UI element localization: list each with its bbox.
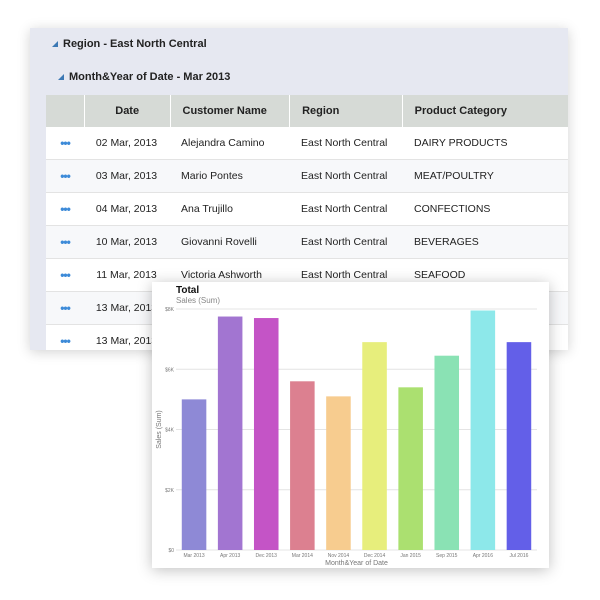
- cell-date: 02 Mar, 2013: [95, 137, 158, 149]
- bar[interactable]: [253, 318, 279, 550]
- row-menu-icon[interactable]: •••: [60, 202, 71, 216]
- row-menu-icon[interactable]: •••: [60, 334, 71, 348]
- cell-region: East North Central: [301, 236, 388, 248]
- collapse-triangle-icon[interactable]: [52, 41, 58, 47]
- bar[interactable]: [362, 342, 387, 550]
- x-tick-label: Jul 2016: [509, 553, 528, 559]
- group-header-month[interactable]: Month&Year of Date - Mar 2013: [58, 65, 230, 89]
- cell-date: 04 Mar, 2013: [95, 203, 158, 215]
- column-header-date[interactable]: Date: [85, 95, 171, 127]
- cell-category: MEAT/POULTRY: [414, 170, 494, 182]
- x-tick-label: Jan 2015: [400, 553, 421, 559]
- column-header-customer[interactable]: Customer Name: [171, 95, 291, 127]
- cell-customer: Mario Pontes: [181, 170, 243, 182]
- cell-customer: Ana Trujillo: [181, 203, 233, 215]
- x-tick-label: Mar 2013: [183, 553, 204, 559]
- x-tick-label: Sep 2015: [436, 553, 458, 559]
- table-row[interactable]: ••• 03 Mar, 2013 Mario Pontes East North…: [46, 160, 568, 193]
- y-tick-label: $8K: [165, 307, 175, 313]
- column-header-actions: [46, 95, 85, 127]
- row-menu-icon[interactable]: •••: [60, 268, 71, 282]
- row-menu-icon[interactable]: •••: [60, 169, 71, 183]
- cell-category: BEVERAGES: [414, 236, 479, 248]
- group-header-month-label: Month&Year of Date - Mar 2013: [69, 71, 231, 83]
- x-tick-label: Dec 2014: [364, 553, 386, 559]
- column-header-category[interactable]: Product Category: [403, 95, 568, 127]
- x-tick-label: Dec 2013: [256, 553, 278, 559]
- column-header-region[interactable]: Region: [290, 95, 403, 127]
- cell-region: East North Central: [301, 203, 388, 215]
- y-tick-label: $2K: [165, 488, 175, 494]
- bar[interactable]: [398, 387, 423, 550]
- chart-card[interactable]: Total Sales (Sum) $0 $2K $4K $6K $8K Mar 2013…: [152, 282, 549, 568]
- bar[interactable]: [217, 316, 243, 550]
- y-tick-label: $4K: [165, 428, 175, 434]
- cell-region: East North Central: [301, 170, 388, 182]
- cell-date: 10 Mar, 2013: [95, 236, 158, 248]
- y-axis-label: Sales (Sum): [156, 410, 163, 449]
- row-menu-icon[interactable]: •••: [60, 301, 71, 315]
- bar[interactable]: [434, 355, 460, 550]
- x-tick-label: Apr 2016: [473, 553, 494, 559]
- grid-header-row: Date Customer Name Region Product Catego…: [46, 95, 568, 127]
- x-tick-label: Mar 2014: [292, 553, 313, 559]
- cell-category: CONFECTIONS: [414, 203, 491, 215]
- cell-customer: Giovanni Rovelli: [181, 236, 257, 248]
- group-header-region-label: Region - East North Central: [63, 38, 207, 50]
- collapse-triangle-icon[interactable]: [58, 74, 64, 80]
- row-menu-icon[interactable]: •••: [60, 235, 71, 249]
- y-tick-label: $0: [168, 548, 174, 554]
- group-header-region[interactable]: Region - East North Central: [52, 32, 207, 56]
- bar[interactable]: [290, 381, 315, 550]
- x-tick-label: Nov 2014: [328, 553, 350, 559]
- cell-customer: Alejandra Camino: [181, 137, 265, 149]
- bar[interactable]: [470, 310, 496, 550]
- x-axis-label: Month&Year of Date: [325, 560, 388, 567]
- bar-chart: $0 $2K $4K $6K $8K Mar 2013 Apr 2013 Dec 2013 Ma…: [156, 307, 537, 567]
- bar[interactable]: [506, 342, 532, 550]
- cell-date: 03 Mar, 2013: [95, 170, 158, 182]
- row-menu-icon[interactable]: •••: [60, 136, 71, 150]
- bar[interactable]: [326, 396, 351, 550]
- y-tick-label: $6K: [165, 367, 175, 373]
- cell-category: DAIRY PRODUCTS: [414, 137, 508, 149]
- bar[interactable]: [181, 399, 207, 550]
- table-row[interactable]: ••• 02 Mar, 2013 Alejandra Camino East N…: [46, 127, 568, 160]
- table-row[interactable]: ••• 04 Mar, 2013 Ana Trujillo East North…: [46, 193, 568, 226]
- cell-region: East North Central: [301, 137, 388, 149]
- table-row[interactable]: ••• 10 Mar, 2013 Giovanni Rovelli East N…: [46, 226, 568, 259]
- x-tick-label: Apr 2013: [220, 553, 241, 559]
